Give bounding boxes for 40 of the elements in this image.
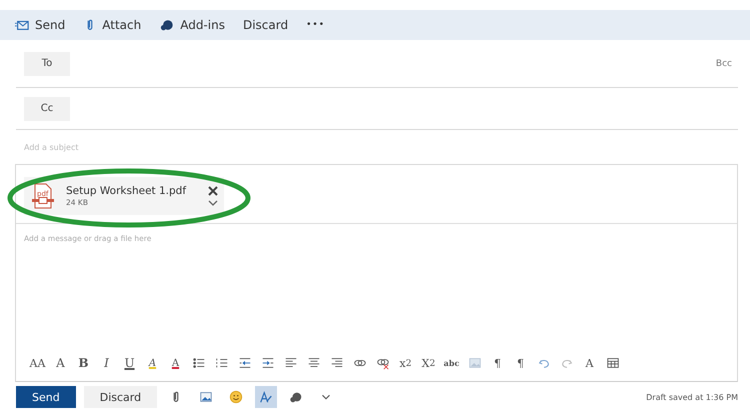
strikethrough-button[interactable]: abc xyxy=(440,351,463,375)
draft-status: Draft saved at 1:36 PM xyxy=(646,392,738,402)
attach-button[interactable]: Attach xyxy=(83,18,142,32)
grow-font-button[interactable]: A xyxy=(49,351,72,375)
right-to-left-button[interactable]: ¶ xyxy=(509,351,532,375)
envelope-icon xyxy=(14,18,30,32)
numbered-list-icon xyxy=(214,356,228,370)
bulleted-list-icon xyxy=(192,356,206,370)
pen-letter-icon xyxy=(259,390,274,404)
image-icon xyxy=(468,356,482,370)
chevron-down-icon[interactable] xyxy=(208,200,218,206)
file-name: Setup Worksheet 1.pdf xyxy=(66,185,188,197)
shrink-font-button[interactable]: AA xyxy=(26,351,49,375)
highlight-button[interactable]: A xyxy=(141,351,164,375)
to-button[interactable]: To xyxy=(24,52,70,76)
close-icon[interactable] xyxy=(208,186,218,196)
unlink-icon xyxy=(376,356,390,370)
align-right-icon xyxy=(330,356,344,370)
send-button[interactable]: Send xyxy=(16,386,76,408)
bcc-link[interactable]: Bcc xyxy=(710,58,738,70)
decrease-indent-icon xyxy=(238,356,252,370)
discard-button[interactable]: Discard xyxy=(242,18,288,32)
formatting-button[interactable] xyxy=(255,386,278,408)
image-icon xyxy=(199,390,214,404)
left-to-right-button[interactable]: ¶ xyxy=(486,351,509,375)
cc-button[interactable]: Cc xyxy=(24,96,70,120)
more-button[interactable]: ••• xyxy=(306,20,326,30)
clear-formatting-button[interactable]: A xyxy=(578,351,601,375)
align-left-icon xyxy=(284,356,298,370)
table-icon xyxy=(606,356,620,370)
increase-indent-icon xyxy=(260,356,274,370)
bold-button[interactable]: B xyxy=(72,351,95,375)
font-color-button[interactable]: A xyxy=(164,351,187,375)
send-button[interactable]: Send xyxy=(14,18,66,32)
italic-button[interactable]: I xyxy=(95,351,118,375)
underline-button[interactable]: U xyxy=(118,351,141,375)
align-center-icon xyxy=(306,356,320,370)
add-ins-button[interactable]: Add-ins xyxy=(159,18,225,32)
discard-button[interactable]: Discard xyxy=(84,386,158,408)
smiley-icon xyxy=(229,390,244,404)
